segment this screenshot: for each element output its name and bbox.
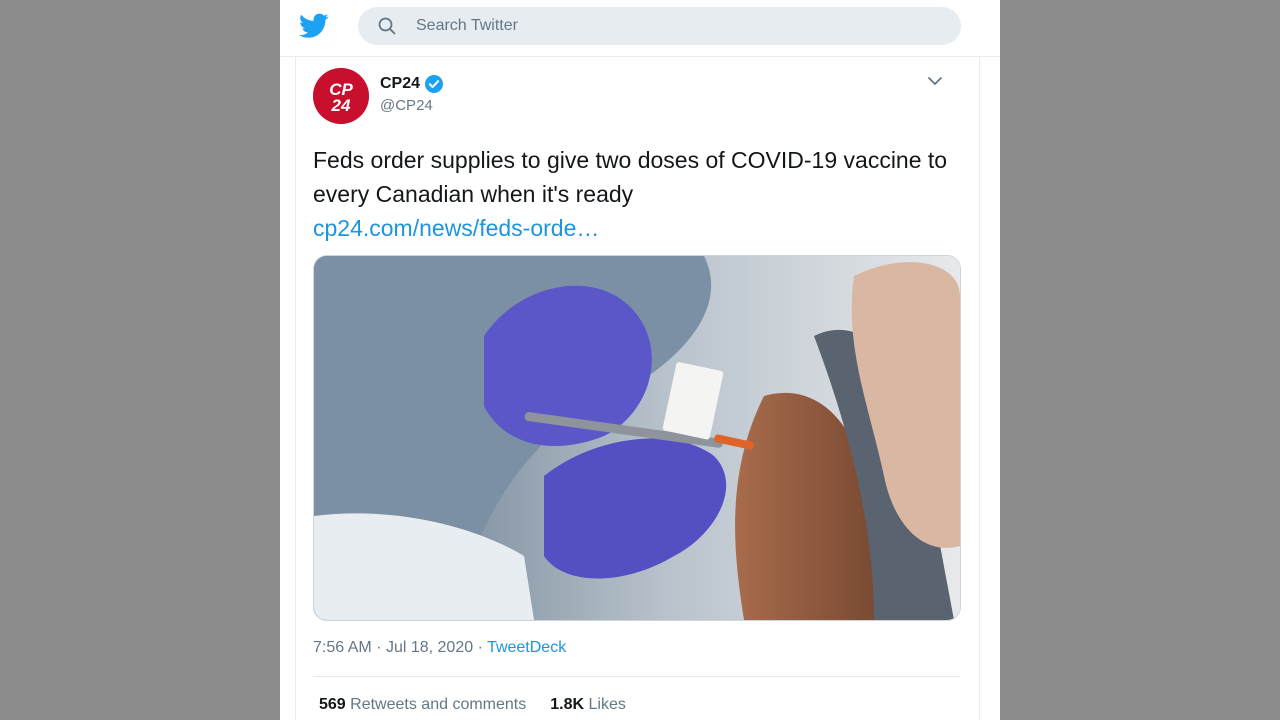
likes-label: Likes bbox=[588, 696, 626, 713]
verified-badge-icon bbox=[425, 75, 444, 93]
svg-text:24: 24 bbox=[331, 96, 351, 115]
author-handle[interactable]: @CP24 bbox=[380, 97, 433, 114]
main-column: Search Twitter CP 24 CP24 @CP24 Feds ord… bbox=[280, 0, 1000, 720]
author-name-row[interactable]: CP24 bbox=[380, 74, 444, 94]
meta-separator: · bbox=[477, 639, 483, 656]
search-bar[interactable]: Search Twitter bbox=[358, 7, 961, 45]
retweets-stat[interactable]: 569 Retweets and comments bbox=[319, 696, 526, 714]
search-icon bbox=[378, 17, 396, 35]
tweet-stats: 569 Retweets and comments 1.8K Likes bbox=[319, 696, 626, 714]
top-bar: Search Twitter bbox=[280, 0, 1000, 57]
retweets-count: 569 bbox=[319, 696, 346, 713]
cp24-logo: CP 24 bbox=[313, 68, 369, 124]
meta-separator: · bbox=[376, 639, 382, 656]
search-input[interactable]: Search Twitter bbox=[416, 17, 518, 35]
tweet-photo[interactable] bbox=[313, 255, 961, 621]
likes-count: 1.8K bbox=[550, 696, 585, 713]
likes-stat[interactable]: 1.8K Likes bbox=[550, 696, 626, 714]
tweet-body: Feds order supplies to give two doses of… bbox=[313, 147, 948, 207]
tweet-source[interactable]: TweetDeck bbox=[487, 639, 566, 656]
tweet-text: Feds order supplies to give two doses of… bbox=[313, 143, 953, 245]
chevron-down-icon[interactable] bbox=[927, 75, 943, 87]
vaccination-photo bbox=[314, 256, 960, 620]
twitter-bird-icon[interactable] bbox=[299, 13, 329, 39]
author-name[interactable]: CP24 bbox=[380, 75, 420, 93]
tweet-meta: 7:56 AM · Jul 18, 2020 · TweetDeck bbox=[313, 639, 566, 657]
divider bbox=[313, 676, 960, 677]
tweet-link[interactable]: cp24.com/news/feds-orde… bbox=[313, 211, 953, 245]
retweets-label: Retweets and comments bbox=[350, 696, 527, 713]
tweet-time[interactable]: 7:56 AM bbox=[313, 639, 372, 656]
tweet-card: CP 24 CP24 @CP24 Feds order supplies to … bbox=[295, 57, 980, 720]
avatar[interactable]: CP 24 bbox=[313, 68, 369, 124]
tweet-date[interactable]: Jul 18, 2020 bbox=[386, 639, 473, 656]
